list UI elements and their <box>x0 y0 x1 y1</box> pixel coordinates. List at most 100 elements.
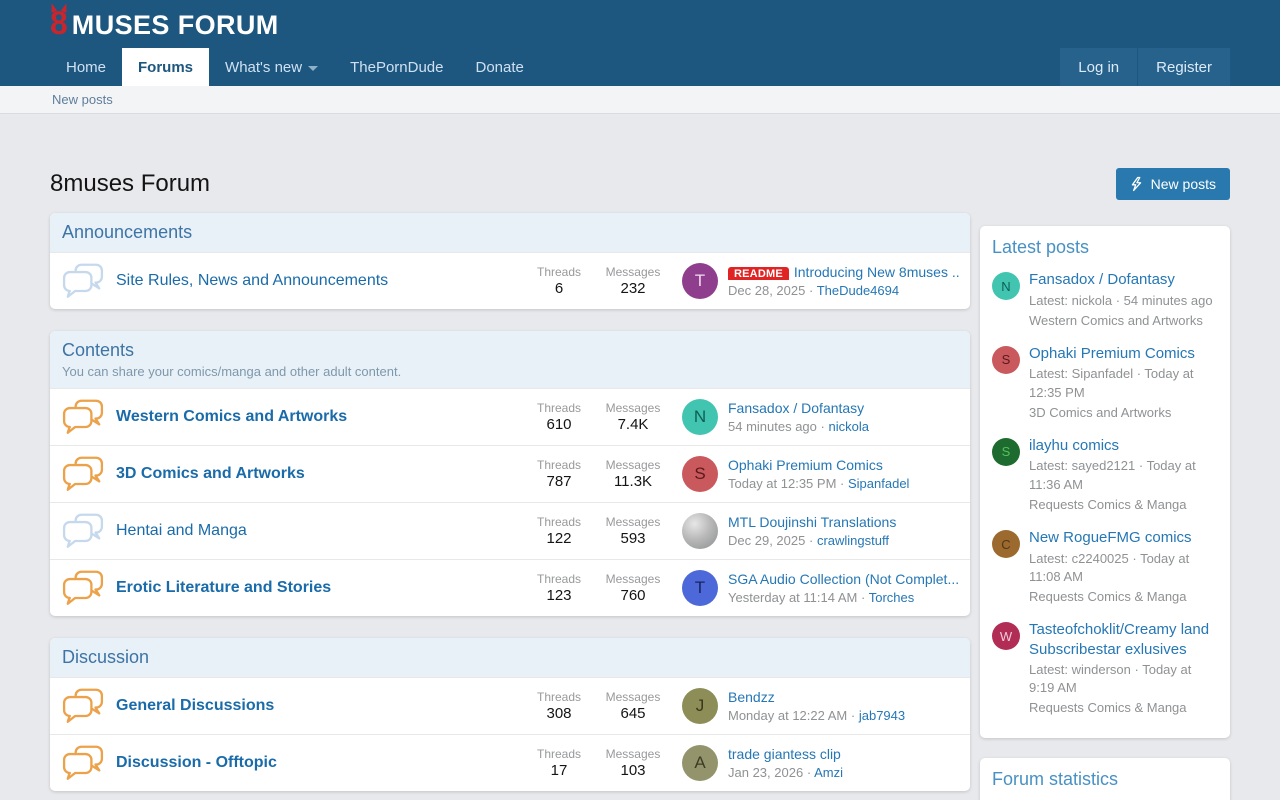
avatar-letter: J <box>696 696 705 716</box>
latest-thread-link[interactable]: Fansadox / Dofantasy <box>728 400 864 416</box>
threads-label: Threads <box>522 458 596 472</box>
latest-username[interactable]: TheDude4694 <box>817 283 899 298</box>
avatar-letter: T <box>695 271 705 291</box>
threads-stat: Threads 17 <box>522 747 596 779</box>
avatar[interactable]: S <box>992 346 1020 374</box>
forum-statistics-title[interactable]: Forum statistics <box>992 769 1118 789</box>
new-posts-button-label: New posts <box>1151 176 1216 192</box>
avatar[interactable]: C <box>992 530 1020 558</box>
latest-post: N Fansadox / Dofantasy 54 minutes ago · … <box>682 399 960 435</box>
page-title: 8muses Forum <box>50 170 210 198</box>
dot-separator: · <box>809 283 813 298</box>
logo-eight-icon: 8 <box>50 8 68 38</box>
sub-nav: New posts <box>0 86 1280 114</box>
threads-label: Threads <box>522 572 596 586</box>
avatar[interactable]: S <box>992 438 1020 466</box>
messages-stat: Messages 7.4K <box>596 401 670 433</box>
new-posts-button[interactable]: New posts <box>1116 168 1230 200</box>
avatar[interactable]: J <box>682 688 718 724</box>
sidebar-thread-link[interactable]: Ophaki Premium Comics <box>1029 344 1218 364</box>
latest-username[interactable]: Sipanfadel <box>848 476 909 491</box>
main-nav: Home Forums What's new ThePornDude Donat… <box>0 48 1280 86</box>
threads-value: 17 <box>522 762 596 779</box>
forum-chat-icon <box>62 512 104 550</box>
avatar[interactable]: T <box>682 570 718 606</box>
nav-theporndude[interactable]: ThePornDude <box>334 48 459 86</box>
threads-stat: Threads 787 <box>522 458 596 490</box>
section-title-link[interactable]: Contents <box>62 340 134 360</box>
nav-forums[interactable]: Forums <box>122 48 209 86</box>
avatar[interactable]: W <box>992 622 1020 650</box>
forum-title-link[interactable]: General Discussions <box>116 697 522 715</box>
latest-username[interactable]: jab7943 <box>859 708 905 723</box>
lightning-bolt-icon <box>1130 176 1143 192</box>
messages-value: 593 <box>596 530 670 547</box>
forum-statistics-widget: Forum statistics Threads: 3,245 Messages… <box>980 758 1230 800</box>
latest-post: T READMEIntroducing New 8muses ... Dec 2… <box>682 263 960 299</box>
latest-thread-link[interactable]: MTL Doujinshi Translations <box>728 514 896 530</box>
latest-thread-link[interactable]: SGA Audio Collection (Not Complet... <box>728 571 959 587</box>
section-title-link[interactable]: Announcements <box>62 222 192 242</box>
latest-username[interactable]: Torches <box>869 590 915 605</box>
login-button[interactable]: Log in <box>1060 48 1137 86</box>
forum-title-link[interactable]: Hentai and Manga <box>116 522 522 540</box>
nav-whats-new[interactable]: What's new <box>209 48 334 86</box>
forum-title-link[interactable]: Discussion - Offtopic <box>116 754 522 772</box>
messages-label: Messages <box>596 690 670 704</box>
avatar[interactable]: N <box>992 272 1020 300</box>
sidebar-thread-link[interactable]: Tasteofchoklit/Creamy land Subscribestar… <box>1029 620 1218 659</box>
latest-thread-link[interactable]: trade giantess clip <box>728 746 841 762</box>
messages-value: 232 <box>596 280 670 297</box>
threads-label: Threads <box>522 515 596 529</box>
avatar-letter: T <box>695 578 705 598</box>
sidebar-thread-forum: Requests Comics & Manga <box>1029 588 1218 606</box>
latest-thread-link[interactable]: Introducing New 8muses ... <box>794 264 960 280</box>
nav-whats-new-label: What's new <box>225 59 302 76</box>
avatar[interactable]: A <box>682 745 718 781</box>
forum-chat-icon <box>62 744 104 782</box>
sidebar-thread-link[interactable]: ilayhu comics <box>1029 436 1218 456</box>
messages-label: Messages <box>596 747 670 761</box>
messages-stat: Messages 593 <box>596 515 670 547</box>
sidebar-thread-link[interactable]: Fansadox / Dofantasy <box>1029 270 1213 290</box>
readme-badge: README <box>728 267 789 280</box>
avatar-letter: S <box>1002 352 1011 367</box>
messages-label: Messages <box>596 401 670 415</box>
latest-date: Jan 23, 2026 <box>728 765 803 780</box>
dot-separator: · <box>851 708 855 723</box>
logo-text: MUSES FORUM <box>72 10 279 41</box>
messages-label: Messages <box>596 265 670 279</box>
avatar[interactable]: N <box>682 399 718 435</box>
register-button[interactable]: Register <box>1137 48 1230 86</box>
sidebar-thread-link[interactable]: New RogueFMG comics <box>1029 528 1218 548</box>
latest-username[interactable]: crawlingstuff <box>817 533 889 548</box>
latest-thread-link[interactable]: Bendzz <box>728 689 775 705</box>
subnav-new-posts[interactable]: New posts <box>52 92 113 107</box>
forum-chat-icon <box>62 262 104 300</box>
threads-value: 123 <box>522 587 596 604</box>
latest-posts-title[interactable]: Latest posts <box>992 237 1089 257</box>
forum-row: 3D Comics and Artworks Threads 787 Messa… <box>50 445 970 502</box>
forum-row: Discussion - Offtopic Threads 17 Message… <box>50 734 970 791</box>
latest-post: S Ophaki Premium Comics Today at 12:35 P… <box>682 456 960 492</box>
threads-label: Threads <box>522 747 596 761</box>
latest-username[interactable]: nickola <box>829 419 869 434</box>
forum-title-link[interactable]: Western Comics and Artworks <box>116 408 522 426</box>
site-logo[interactable]: 8 MUSES FORUM <box>50 8 279 41</box>
forum-chat-icon <box>62 569 104 607</box>
nav-home[interactable]: Home <box>50 48 122 86</box>
sidebar: Latest posts N Fansadox / Dofantasy Late… <box>980 226 1230 800</box>
nav-donate[interactable]: Donate <box>460 48 540 86</box>
sidebar-thread-forum: 3D Comics and Artworks <box>1029 404 1218 422</box>
threads-value: 787 <box>522 473 596 490</box>
latest-username[interactable]: Amzi <box>814 765 843 780</box>
forum-title-link[interactable]: Erotic Literature and Stories <box>116 579 522 597</box>
avatar[interactable]: T <box>682 263 718 299</box>
forum-title-link[interactable]: Site Rules, News and Announcements <box>116 272 522 290</box>
section-title-link[interactable]: Discussion <box>62 647 149 667</box>
forum-title-link[interactable]: 3D Comics and Artworks <box>116 465 522 483</box>
dot-separator: · <box>809 533 813 548</box>
latest-thread-link[interactable]: Ophaki Premium Comics <box>728 457 883 473</box>
avatar[interactable]: S <box>682 456 718 492</box>
photo-avatar[interactable] <box>682 513 718 549</box>
